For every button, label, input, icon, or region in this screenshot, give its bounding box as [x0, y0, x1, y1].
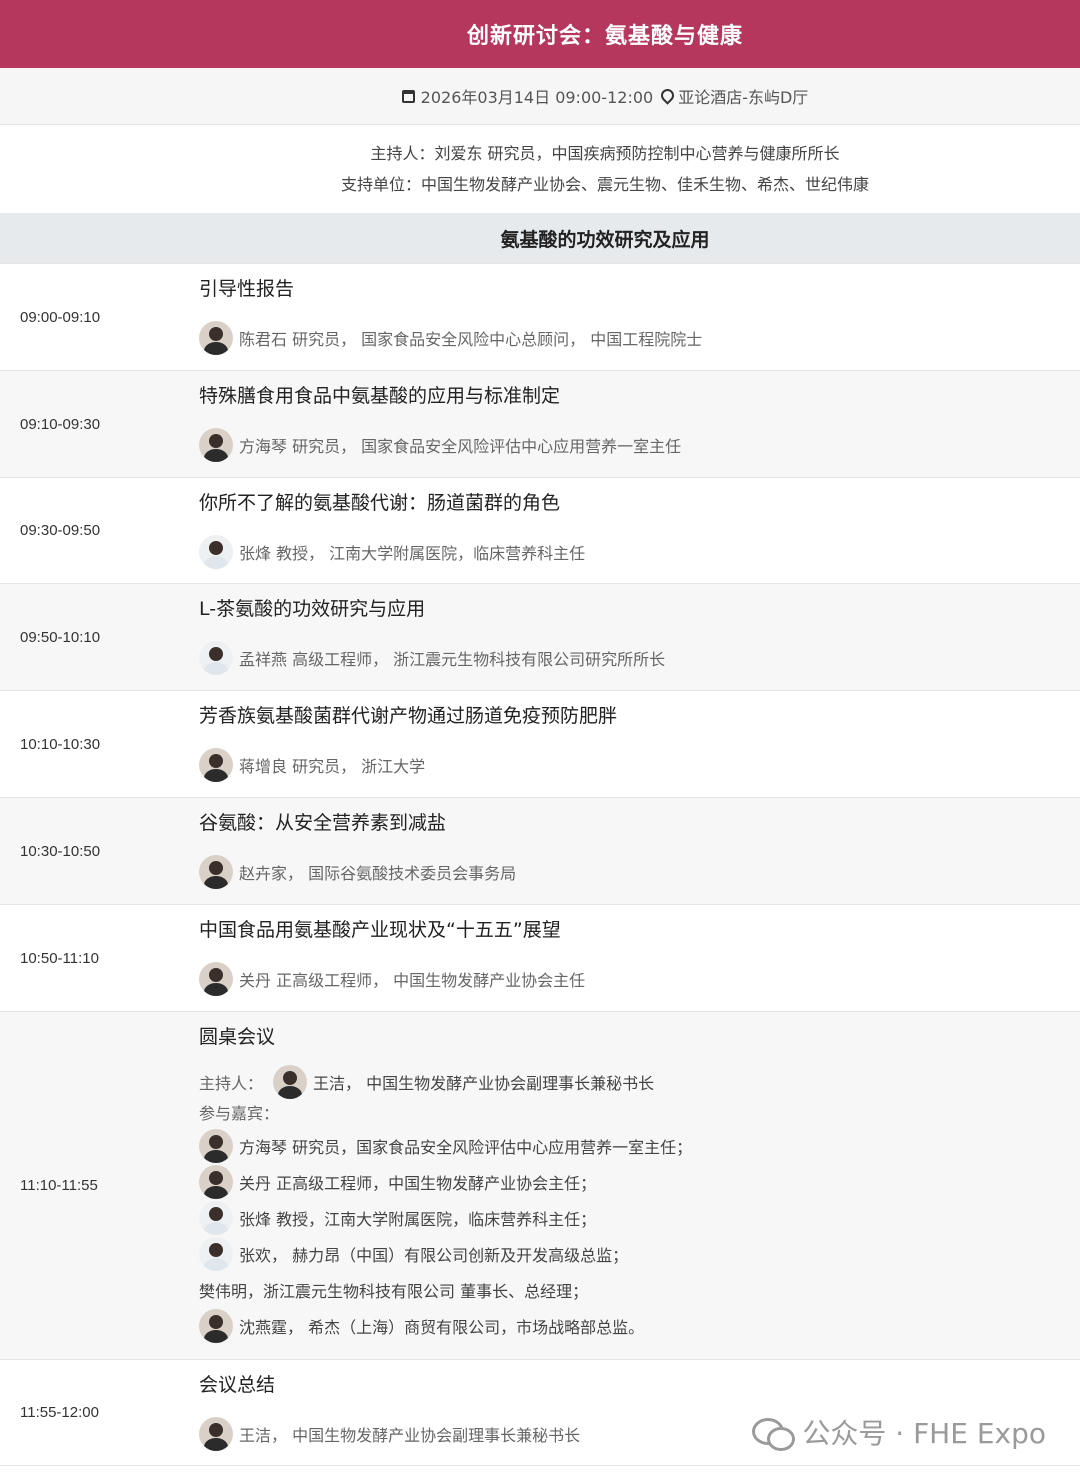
- agenda-time: 11:10-11:55: [20, 1177, 98, 1194]
- agenda-row: 09:30-09:50 你所不了解的氨基酸代谢：肠道菌群的角色 张烽 教授， 江…: [0, 477, 1080, 583]
- guest-item: 方海琴 研究员，国家食品安全风险评估中心应用营养一室主任；: [239, 1138, 693, 1157]
- agenda-row: 09:00-09:10 引导性报告 陈君石 研究员， 国家食品安全风险中心总顾问…: [0, 263, 1080, 370]
- guests-label: 参与嘉宾：: [199, 1104, 280, 1123]
- talk-title: 会议总结: [199, 1374, 276, 1396]
- roundtable-host-label: 主持人：: [199, 1074, 264, 1093]
- roundtable-host: 王洁， 中国生物发酵产业协会副理事长兼秘书长: [313, 1074, 655, 1093]
- speaker-avatar: [199, 748, 233, 782]
- section-title: 氨基酸的功效研究及应用: [0, 213, 1080, 263]
- host-avatar: [273, 1065, 308, 1099]
- talk-title: 中国食品用氨基酸产业现状及“十五五”展望: [199, 919, 561, 941]
- agenda-time: 10:30-10:50: [20, 842, 101, 860]
- talk-title: 特殊膳食用食品中氨基酸的应用与标准制定: [199, 385, 561, 407]
- speaker-info: 蒋增良 研究员， 浙江大学: [239, 757, 426, 776]
- guest-item: 沈燕霆， 希杰（上海）商贸有限公司，市场战略部总监。: [239, 1318, 645, 1337]
- event-venue: 亚论酒店-东屿D厅: [678, 88, 809, 107]
- agenda-row: 10:50-11:10 中国食品用氨基酸产业现状及“十五五”展望 关丹 正高级工…: [0, 904, 1080, 1011]
- talk-title: 谷氨酸：从安全营养素到减盐: [199, 812, 447, 834]
- support-line: 支持单位：中国生物发酵产业协会、震元生物、佳禾生物、希杰、世纪伟康: [340, 175, 869, 194]
- speaker-avatar: [199, 535, 233, 569]
- talk-title: 芳香族氨基酸菌群代谢产物通过肠道免疫预防肥胖: [199, 705, 618, 727]
- guest-avatar: [199, 1129, 233, 1163]
- agenda-time: 11:55-12:00: [20, 1404, 99, 1421]
- section-title-text: 氨基酸的功效研究及应用: [500, 228, 710, 251]
- calendar-icon: [401, 89, 415, 103]
- guest-item: 关丹 正高级工程师，中国生物发酵产业协会主任；: [239, 1174, 597, 1193]
- roundtable-row: 11:10-11:55 圆桌会议 主持人： 王洁， 中国生物发酵产业协会副理事长…: [0, 1011, 1080, 1359]
- agenda-time: 09:30-09:50: [20, 522, 101, 539]
- speaker-info: 方海琴 研究员， 国家食品安全风险评估中心应用营养一室主任: [239, 437, 682, 456]
- event-meta: 2026年03月14日 09:00-12:00 亚论酒店-东屿D厅: [0, 68, 1080, 125]
- location-pin-icon: [661, 89, 672, 103]
- page-header: 创新研讨会：氨基酸与健康: [0, 0, 1080, 68]
- host-info: 主持人：刘爱东 研究员，中国疾病预防控制中心营养与健康所所长 支持单位：中国生物…: [0, 125, 1080, 213]
- guest-avatar: [199, 1165, 233, 1199]
- guest-avatar: [199, 1201, 233, 1235]
- speaker-avatar: [199, 428, 233, 462]
- agenda-row: 09:50-10:10 L-茶氨酸的功效研究与应用 孟祥燕 高级工程师， 浙江震…: [0, 583, 1080, 690]
- guest-item: 张烽 教授，江南大学附属医院，临床营养科主任；: [239, 1210, 597, 1229]
- speaker-info: 陈君石 研究员， 国家食品安全风险中心总顾问， 中国工程院院士: [239, 330, 703, 349]
- speaker-info: 赵卉家， 国际谷氨酸技术委员会事务局: [239, 864, 517, 883]
- agenda-time: 10:10-10:30: [20, 735, 101, 753]
- agenda-time: 09:10-09:30: [20, 415, 101, 433]
- page-title: 创新研讨会：氨基酸与健康: [466, 24, 743, 49]
- speaker-info: 关丹 正高级工程师， 中国生物发酵产业协会主任: [239, 971, 586, 990]
- speaker-info: 王洁， 中国生物发酵产业协会副理事长兼秘书长: [239, 1426, 581, 1445]
- guest-item: 张欢， 赫力昂（中国）有限公司创新及开发高级总监；: [239, 1246, 629, 1265]
- guest-avatar: [199, 1237, 233, 1271]
- talk-title: 圆桌会议: [199, 1026, 276, 1048]
- speaker-avatar: [199, 1417, 233, 1451]
- agenda-row: 10:30-10:50 谷氨酸：从安全营养素到减盐 赵卉家， 国际谷氨酸技术委员…: [0, 797, 1080, 904]
- agenda-time: 09:00-09:10: [20, 308, 101, 326]
- agenda-time: 09:50-10:10: [20, 628, 101, 646]
- agenda-time: 10:50-11:10: [20, 949, 99, 967]
- speaker-info: 孟祥燕 高级工程师， 浙江震元生物科技有限公司研究所所长: [239, 650, 666, 669]
- speaker-avatar: [199, 962, 233, 996]
- speaker-avatar: [199, 641, 233, 675]
- talk-title: 你所不了解的氨基酸代谢：肠道菌群的角色: [199, 492, 561, 514]
- agenda-row: 10:10-10:30 芳香族氨基酸菌群代谢产物通过肠道免疫预防肥胖 蒋增良 研…: [0, 690, 1080, 797]
- speaker-avatar: [199, 321, 233, 355]
- watermark: 公众号 · FHE Expo: [752, 1412, 1046, 1452]
- guest-item: 樊伟明，浙江震元生物科技有限公司 董事长、总经理；: [199, 1282, 589, 1301]
- wechat-icon: [752, 1416, 796, 1451]
- event-date: 2026年03月14日 09:00-12:00: [420, 88, 654, 107]
- guest-avatar: [199, 1309, 233, 1343]
- agenda-row: 09:10-09:30 特殊膳食用食品中氨基酸的应用与标准制定 方海琴 研究员，…: [0, 370, 1080, 477]
- moderator-line: 主持人：刘爱东 研究员，中国疾病预防控制中心营养与健康所所长: [370, 144, 840, 163]
- speaker-avatar: [199, 855, 233, 889]
- speaker-info: 张烽 教授， 江南大学附属医院，临床营养科主任: [239, 544, 586, 563]
- talk-title: L-茶氨酸的功效研究与应用: [199, 598, 426, 620]
- talk-title: 引导性报告: [199, 278, 295, 300]
- watermark-text: 公众号 · FHE Expo: [802, 1417, 1046, 1450]
